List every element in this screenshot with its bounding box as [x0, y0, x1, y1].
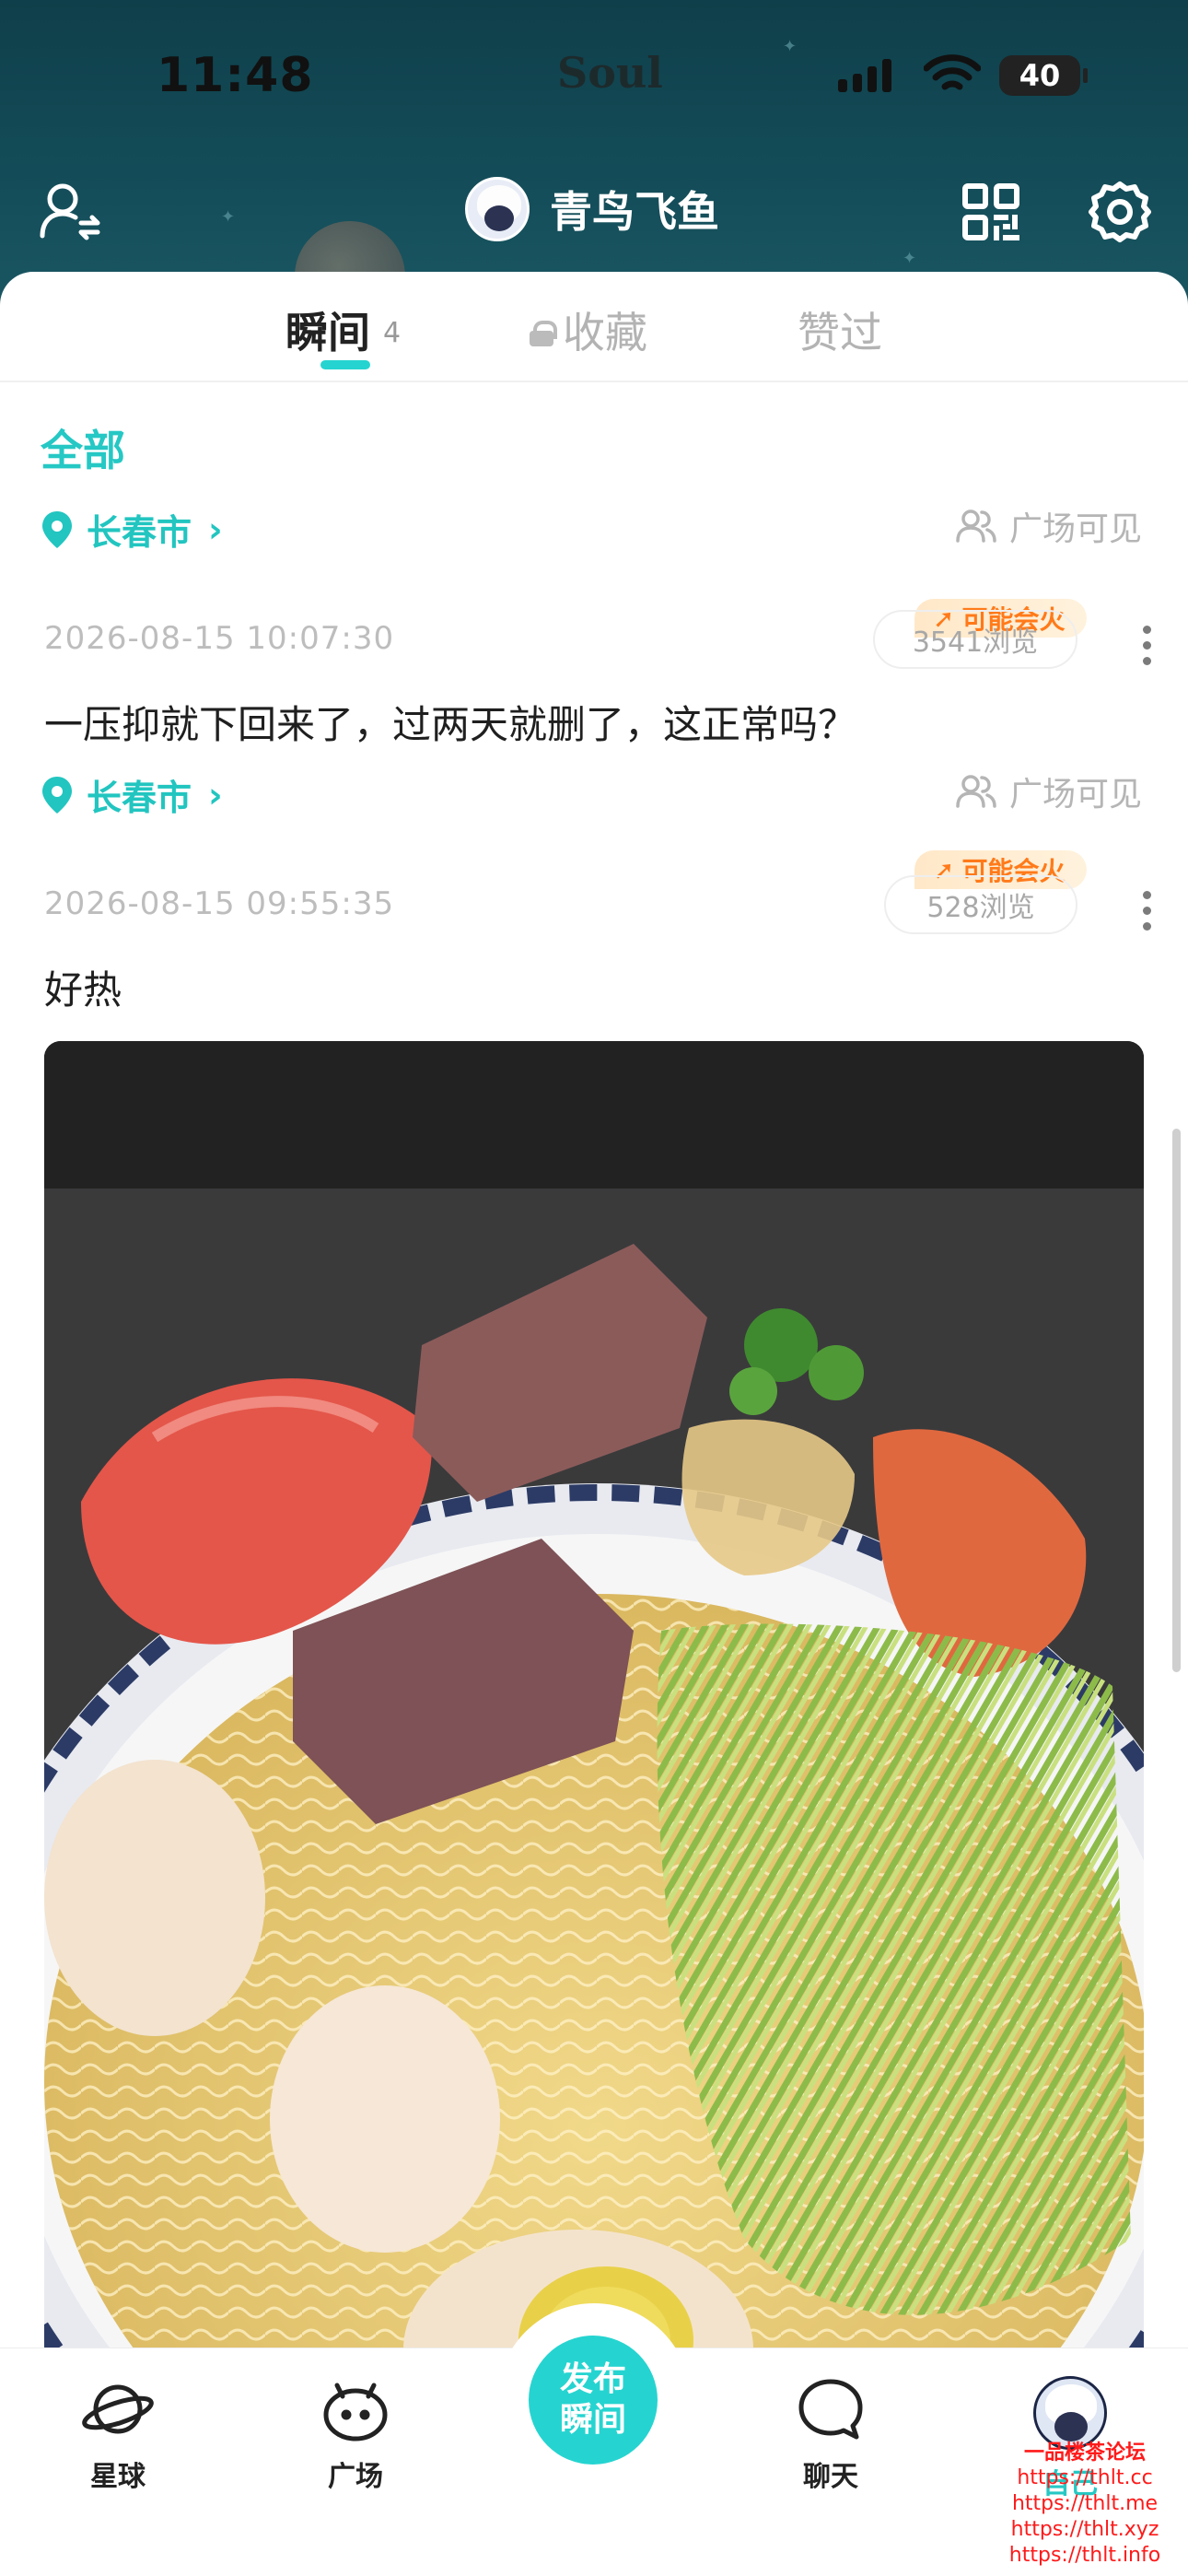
people-icon	[956, 775, 996, 808]
watermark-title: 一品楼茶论坛	[1023, 2441, 1146, 2465]
tab-label: 收藏	[563, 308, 647, 357]
tab-favorites[interactable]: 收藏	[530, 299, 647, 360]
content-card: 瞬间 4 收藏 赞过 全部 长春市 › 广场可见 ➚ 可能会火 2026-08-…	[0, 272, 1188, 2576]
nav-planet[interactable]: 星球	[44, 2376, 192, 2494]
publish-label-line1: 发布	[559, 2360, 626, 2398]
location-pin-icon	[41, 509, 74, 550]
status-bar: 11:48 Soul 40	[0, 0, 1188, 147]
post-text: 好热	[44, 967, 122, 1013]
cellular-signal-icon	[838, 57, 891, 92]
location-city: 长春市	[87, 778, 192, 818]
location-city: 长春市	[87, 512, 192, 553]
forum-watermark: 一品楼茶论坛 https://thlt.cc https://thlt.me h…	[984, 2440, 1186, 2569]
visibility-text: 广场可见	[1008, 510, 1142, 548]
publish-moment-button[interactable]: 发布 瞬间	[529, 2336, 658, 2465]
avatar	[1033, 2376, 1107, 2450]
tab-label: 瞬间	[285, 308, 370, 357]
view-count[interactable]: 528浏览	[884, 875, 1077, 934]
post-timestamp: 2026-08-15 09:55:35	[44, 885, 395, 922]
chat-icon	[798, 2379, 863, 2440]
profile-nav: 青鸟飞鱼	[0, 166, 1188, 258]
battery-indicator: 40	[999, 55, 1088, 96]
planet-icon	[82, 2384, 154, 2434]
watermark-link: https://thlt.info	[1008, 2544, 1161, 2567]
active-tab-indicator	[320, 360, 370, 369]
wifi-icon	[923, 53, 982, 100]
chevron-right-icon: ›	[208, 509, 223, 550]
tab-moments[interactable]: 瞬间 4	[285, 299, 401, 360]
location-tag[interactable]: 长春市 ›	[41, 769, 223, 820]
watermark-link: https://thlt.xyz	[1010, 2518, 1159, 2541]
nav-label: 聊天	[803, 2461, 858, 2493]
status-time: 11:48	[157, 48, 314, 103]
qr-code-icon[interactable]	[954, 175, 1028, 249]
chevron-right-icon: ›	[208, 774, 223, 815]
visibility-label: 广场可见	[956, 502, 1142, 550]
people-icon	[956, 509, 996, 543]
lock-icon	[530, 321, 557, 346]
more-options-icon[interactable]	[1140, 626, 1153, 665]
visibility-text: 广场可见	[1008, 776, 1142, 814]
nav-label: 星球	[90, 2461, 146, 2493]
tab-bar: 瞬间 4 收藏 赞过	[0, 272, 1188, 382]
watermark-link: https://thlt.cc	[1017, 2466, 1153, 2489]
nav-chat[interactable]: 聊天	[757, 2376, 904, 2494]
location-tag[interactable]: 长春市 ›	[41, 504, 223, 555]
tab-liked[interactable]: 赞过	[798, 299, 882, 360]
avatar[interactable]	[465, 177, 530, 241]
tab-label: 赞过	[798, 308, 882, 357]
view-count[interactable]: 3541浏览	[873, 610, 1077, 669]
username: 青鸟飞鱼	[550, 187, 719, 237]
scrollbar[interactable]	[1172, 1129, 1181, 1672]
post-text: 一压抑就下回来了，过两天就删了，这正常吗？	[44, 702, 857, 747]
moments-count: 4	[383, 316, 402, 349]
nav-label: 广场	[328, 2461, 383, 2493]
filter-all[interactable]: 全部	[41, 417, 125, 478]
square-icon	[323, 2383, 388, 2441]
soul-logo: Soul	[557, 48, 663, 98]
publish-label-line2: 瞬间	[559, 2401, 626, 2439]
location-pin-icon	[41, 775, 74, 815]
visibility-label: 广场可见	[956, 767, 1142, 815]
profile-header[interactable]: 青鸟飞鱼	[465, 177, 719, 241]
more-options-icon[interactable]	[1140, 891, 1153, 931]
watermark-link: https://thlt.me	[1011, 2492, 1159, 2515]
post-timestamp: 2026-08-15 10:07:30	[44, 620, 395, 657]
gear-icon[interactable]	[1083, 175, 1157, 249]
nav-square[interactable]: 广场	[282, 2376, 429, 2494]
user-switch-icon[interactable]	[33, 175, 107, 249]
